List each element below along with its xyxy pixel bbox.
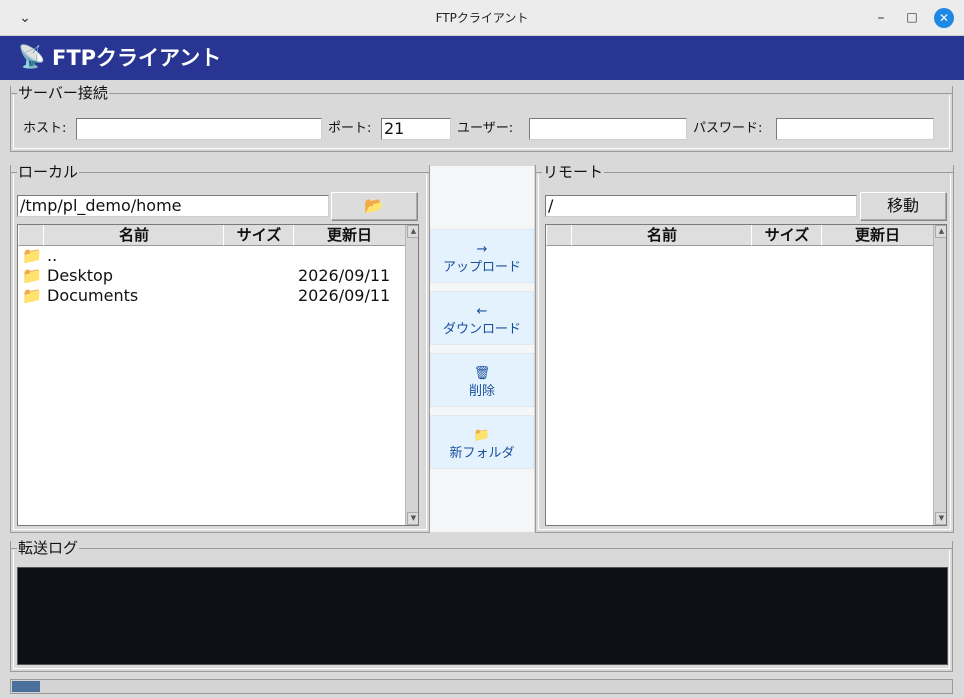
transfer-log-area[interactable] — [17, 567, 948, 665]
local-panel: ローカル /tmp/pl_demo/home 📂 名前 サイズ 更新日 📁 ..… — [10, 163, 430, 533]
transfer-log-group: 転送ログ — [10, 539, 953, 672]
file-name: Documents — [47, 286, 139, 305]
host-input[interactable] — [76, 118, 322, 140]
remote-col-size[interactable]: サイズ — [751, 225, 823, 246]
progress-bar — [10, 679, 953, 694]
browse-folder-icon[interactable]: 📂 — [331, 192, 417, 220]
progress-bar-fill — [12, 681, 40, 692]
download-button[interactable]: ← ダウンロード — [430, 291, 534, 345]
download-label: ダウンロード — [442, 322, 521, 337]
minimize-icon[interactable]: – — [870, 8, 892, 28]
arrow-right-icon: → — [476, 242, 488, 257]
file-name: Desktop — [47, 266, 113, 285]
remote-scrollbar[interactable]: ▲ ▼ — [933, 225, 946, 525]
close-icon[interactable]: ✕ — [934, 8, 954, 28]
maximize-icon[interactable]: □ — [901, 7, 923, 27]
server-connection-group: サーバー接続 ホスト: ポート: 21 ユーザー: パスワード: — [10, 84, 953, 152]
scroll-down-icon[interactable]: ▼ — [407, 512, 418, 525]
folder-icon: 📁 — [22, 266, 42, 285]
list-item[interactable]: 📁 .. — [18, 246, 404, 266]
user-label: ユーザー: — [457, 121, 514, 136]
window-title: FTPクライアント — [435, 11, 529, 25]
app-header: 📡 FTPクライアント — [0, 36, 964, 80]
local-legend: ローカル — [17, 163, 80, 181]
window-menu-icon[interactable]: ⌄ — [14, 8, 36, 28]
file-date: 2026/09/11 — [298, 266, 391, 285]
remote-col-icon[interactable] — [546, 225, 573, 246]
local-col-icon[interactable] — [18, 225, 45, 246]
local-col-date[interactable]: 更新日 — [293, 225, 406, 246]
user-input[interactable] — [529, 118, 687, 140]
window-titlebar: FTPクライアント ⌄ – □ ✕ — [0, 0, 964, 36]
folder-icon: 📁 — [22, 246, 42, 265]
local-path-input[interactable]: /tmp/pl_demo/home — [17, 195, 329, 217]
remote-legend: リモート — [542, 163, 605, 181]
trash-icon: 🗑 — [473, 366, 491, 381]
local-col-name[interactable]: 名前 — [43, 225, 225, 246]
remote-path-input[interactable]: / — [545, 195, 857, 217]
password-input[interactable] — [776, 118, 934, 140]
new-folder-button[interactable]: 📁 新フォルダ — [430, 415, 534, 469]
delete-label: 削除 — [468, 384, 495, 399]
remote-panel: リモート / 移動 名前 サイズ 更新日 ▲ ▼ — [535, 163, 954, 533]
port-label: ポート: — [328, 121, 372, 136]
server-connection-legend: サーバー接続 — [17, 84, 109, 102]
go-button[interactable]: 移動 — [860, 192, 946, 220]
folder-icon: 📁 — [473, 428, 491, 443]
scroll-up-icon[interactable]: ▲ — [935, 225, 946, 238]
app-title: FTPクライアント — [52, 46, 222, 70]
list-item[interactable]: 📁 Desktop 2026/09/11 — [18, 266, 404, 286]
upload-button[interactable]: → アップロード — [430, 229, 534, 283]
delete-button[interactable]: 🗑 削除 — [430, 353, 534, 407]
port-input[interactable]: 21 — [381, 118, 451, 140]
remote-col-name[interactable]: 名前 — [571, 225, 753, 246]
host-label: ホスト: — [23, 121, 67, 136]
file-date: 2026/09/11 — [298, 286, 391, 305]
remote-col-date[interactable]: 更新日 — [821, 225, 934, 246]
scroll-up-icon[interactable]: ▲ — [407, 225, 418, 238]
local-file-list[interactable]: 名前 サイズ 更新日 📁 .. 📁 Desktop 2026/09/11 📁 D… — [17, 224, 419, 526]
upload-label: アップロード — [442, 260, 521, 275]
local-col-size[interactable]: サイズ — [223, 225, 295, 246]
new-folder-label: 新フォルダ — [449, 446, 515, 461]
file-name: .. — [47, 246, 58, 265]
transfer-log-legend: 転送ログ — [17, 539, 80, 557]
password-label: パスワード: — [693, 121, 763, 136]
local-scrollbar[interactable]: ▲ ▼ — [405, 225, 418, 525]
arrow-left-icon: ← — [476, 304, 488, 319]
action-column: → アップロード ← ダウンロード 🗑 削除 📁 新フォルダ — [430, 166, 534, 532]
remote-file-list[interactable]: 名前 サイズ 更新日 ▲ ▼ — [545, 224, 947, 526]
list-item[interactable]: 📁 Documents 2026/09/11 — [18, 286, 404, 306]
scroll-down-icon[interactable]: ▼ — [935, 512, 946, 525]
satellite-icon: 📡 — [18, 45, 46, 70]
folder-icon: 📁 — [22, 286, 42, 305]
